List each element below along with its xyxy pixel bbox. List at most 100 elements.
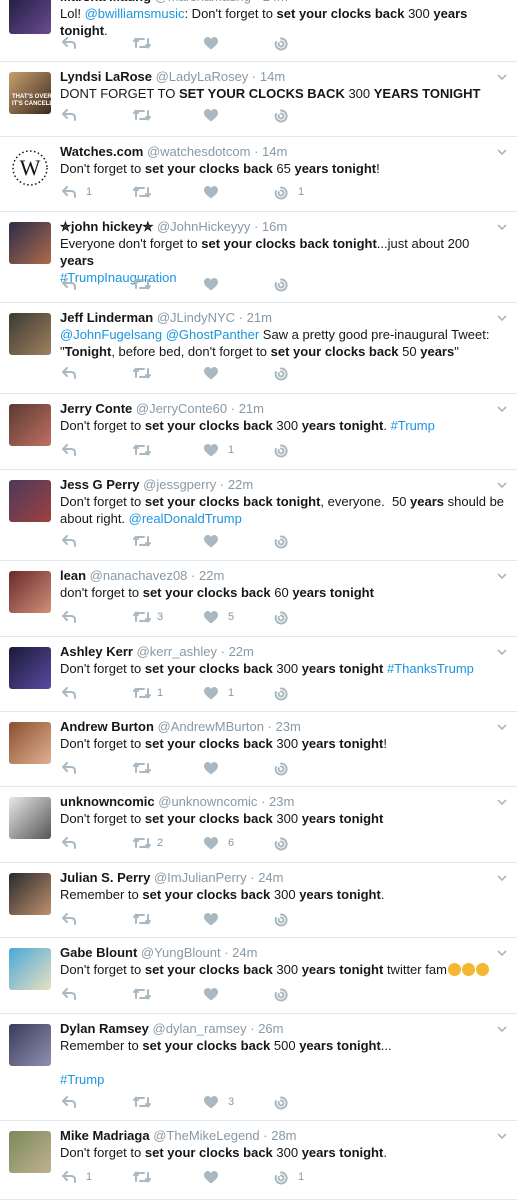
timestamp[interactable]: 14m: [263, 0, 288, 4]
username[interactable]: @ImJulianPerry: [154, 870, 247, 885]
chevron-down-icon[interactable]: [497, 873, 507, 883]
chevron-down-icon[interactable]: [497, 647, 507, 657]
tweet[interactable]: Jeff Linderman @JLindyNYC · 21m @JohnFuge…: [0, 303, 517, 394]
chevron-down-icon[interactable]: [497, 0, 507, 2]
avatar[interactable]: [9, 647, 51, 689]
username[interactable]: @JohnHickeyyy: [157, 219, 250, 234]
text-segment: Don't forget to: [60, 161, 145, 176]
timestamp[interactable]: 21m: [239, 401, 264, 416]
timestamp[interactable]: 14m: [262, 144, 287, 159]
chevron-down-icon[interactable]: [497, 147, 507, 157]
chevron-down-icon[interactable]: [497, 222, 507, 232]
chevron-down-icon[interactable]: [497, 948, 507, 958]
fullname[interactable]: Gabe Blount: [60, 945, 137, 960]
timestamp[interactable]: 22m: [229, 644, 254, 659]
fullname[interactable]: Jeff Linderman: [60, 310, 153, 325]
tweet[interactable]: unknowncomic @unknowncomic · 23m Don't fo…: [0, 787, 517, 863]
chevron-down-icon[interactable]: [497, 480, 507, 490]
avatar[interactable]: [9, 1131, 51, 1173]
avatar[interactable]: [9, 480, 51, 522]
tweet[interactable]: ✮john hickey✮ @JohnHickeyyy · 16m Everyon…: [0, 212, 517, 303]
avatar[interactable]: [9, 948, 51, 990]
avatar[interactable]: [9, 0, 51, 34]
fullname[interactable]: unknowncomic: [60, 794, 155, 809]
username[interactable]: @jessgperry: [143, 477, 216, 492]
fullname[interactable]: Ashley Kerr: [60, 644, 133, 659]
avatar[interactable]: [9, 313, 51, 355]
fullname[interactable]: Lyndsi LaRose: [60, 69, 152, 84]
timestamp[interactable]: 22m: [228, 477, 253, 492]
tweet[interactable]: Gabe Blount @YungBlount · 24m Don't forge…: [0, 938, 517, 1014]
username[interactable]: @YungBlount: [141, 945, 221, 960]
avatar[interactable]: [9, 404, 51, 446]
fullname[interactable]: Watches.com: [60, 144, 143, 159]
username[interactable]: @JLindyNYC: [157, 310, 235, 325]
mention-link[interactable]: @GhostPanther: [166, 327, 259, 342]
avatar[interactable]: [9, 873, 51, 915]
tweet[interactable]: Mike Madriaga @TheMikeLegend · 28m Don't …: [0, 1121, 517, 1200]
tweet[interactable]: Jess G Perry @jessgperry · 22m Don't forg…: [0, 470, 517, 561]
hashtag-link[interactable]: #ThanksTrump: [387, 661, 474, 676]
avatar[interactable]: [9, 797, 51, 839]
username[interactable]: @JerryConte60: [136, 401, 227, 416]
timestamp[interactable]: 16m: [262, 219, 287, 234]
avatar[interactable]: [9, 1024, 51, 1066]
text-segment: 500: [270, 1038, 300, 1053]
mention-link[interactable]: @JohnFugelsang: [60, 327, 162, 342]
username[interactable]: @AndrewMBurton: [158, 719, 264, 734]
fullname[interactable]: Dylan Ramsey: [60, 1021, 149, 1036]
chevron-down-icon[interactable]: [497, 722, 507, 732]
username[interactable]: @LadyLaRosey: [156, 69, 249, 84]
hashtag-link[interactable]: #Trump: [391, 418, 435, 433]
timestamp[interactable]: 23m: [275, 719, 300, 734]
timestamp[interactable]: 28m: [271, 1128, 296, 1143]
tweet[interactable]: Julian S. Perry @ImJulianPerry · 24m Reme…: [0, 863, 517, 938]
avatar[interactable]: [9, 722, 51, 764]
timestamp[interactable]: 14m: [260, 69, 285, 84]
tweet[interactable]: Dylan Ramsey @dylan_ramsey · 26m Remember…: [0, 1014, 517, 1121]
timestamp[interactable]: 26m: [258, 1021, 283, 1036]
tweet[interactable]: THAT'S OVER IT'S CANCELLED Lyndsi LaRose …: [0, 62, 517, 137]
timestamp[interactable]: 23m: [269, 794, 294, 809]
chevron-down-icon[interactable]: [497, 1131, 507, 1141]
fullname[interactable]: Jess G Perry: [60, 477, 140, 492]
chevron-down-icon[interactable]: [497, 1024, 507, 1034]
username[interactable]: @TheMikeLegend: [153, 1128, 259, 1143]
fullname[interactable]: Mike Madriaga: [60, 1128, 150, 1143]
username[interactable]: @marshamaung: [155, 0, 251, 4]
username[interactable]: @nanachavez08: [90, 568, 188, 583]
mention-link[interactable]: @bwilliamsmusic: [85, 6, 185, 21]
hashtag-link[interactable]: #Trump: [60, 1072, 104, 1087]
tweet[interactable]: W Watches.com @watchesdotcom · 14m Don't f…: [0, 137, 517, 212]
emoji-icon: [461, 963, 475, 976]
tweet[interactable]: Ashley Kerr @kerr_ashley · 22m Don't forg…: [0, 637, 517, 712]
timestamp[interactable]: 21m: [247, 310, 272, 325]
username[interactable]: @unknowncomic: [158, 794, 257, 809]
tweet[interactable]: Marsha Maung @marshamaung · 14mLol! @bwi…: [0, 0, 517, 62]
avatar[interactable]: W: [9, 147, 51, 189]
tweet[interactable]: Jerry Conte @JerryConte60 · 21m Don't for…: [0, 394, 517, 470]
chevron-down-icon[interactable]: [497, 571, 507, 581]
username[interactable]: @kerr_ashley: [137, 644, 217, 659]
fullname[interactable]: Marsha Maung: [60, 0, 151, 4]
chevron-down-icon[interactable]: [497, 404, 507, 414]
tweet[interactable]: lean @nanachavez08 · 22m don't forget to …: [0, 561, 517, 637]
timestamp[interactable]: 24m: [258, 870, 283, 885]
avatar[interactable]: [9, 571, 51, 613]
chevron-down-icon[interactable]: [497, 313, 507, 323]
timestamp[interactable]: 22m: [199, 568, 224, 583]
avatar[interactable]: [9, 222, 51, 264]
timestamp[interactable]: 24m: [232, 945, 257, 960]
username[interactable]: @watchesdotcom: [147, 144, 251, 159]
tweet[interactable]: Andrew Burton @AndrewMBurton · 23m Don't …: [0, 712, 517, 787]
mention-link[interactable]: @realDonaldTrump: [129, 511, 242, 526]
chevron-down-icon[interactable]: [497, 72, 507, 82]
fullname[interactable]: Jerry Conte: [60, 401, 132, 416]
fullname[interactable]: lean: [60, 568, 86, 583]
fullname[interactable]: ✮john hickey✮: [60, 219, 153, 234]
avatar[interactable]: THAT'S OVER IT'S CANCELLED: [9, 72, 51, 114]
username[interactable]: @dylan_ramsey: [153, 1021, 247, 1036]
fullname[interactable]: Andrew Burton: [60, 719, 154, 734]
chevron-down-icon[interactable]: [497, 797, 507, 807]
fullname[interactable]: Julian S. Perry: [60, 870, 150, 885]
